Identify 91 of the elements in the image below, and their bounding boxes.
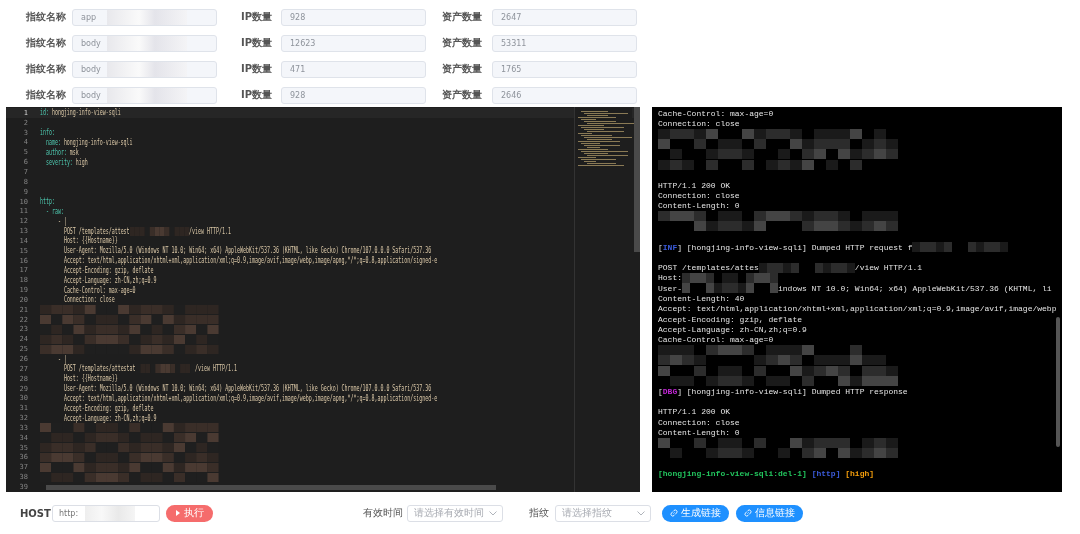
minimap[interactable] — [574, 107, 632, 492]
code-line: Accept-Encoding: gzip, deflate — [62, 265, 154, 275]
field-label: IP数量 — [241, 36, 274, 50]
terminal-line: User- — [658, 283, 682, 293]
link-button[interactable]: 生成链接 — [662, 504, 729, 522]
play-icon — [175, 510, 181, 516]
terminal-line: [DBG] [hongjing-info-view-sqli] Dumped HTTP response — [658, 386, 908, 396]
terminal-line: HTTP/1.1 200 OK — [658, 180, 730, 190]
input-field[interactable]: 53311 — [492, 34, 637, 52]
code-line: Host: {{Hostname}} — [62, 374, 118, 384]
field-label: IP数量 — [241, 10, 274, 24]
code-line: Connection: close — [62, 295, 115, 305]
input-field[interactable]: 1765 — [492, 60, 637, 78]
field-label: 指纹名称 — [26, 36, 67, 50]
terminal-line: Connection: close — [658, 417, 740, 427]
terminal-line: Accept-Encoding: gzip, deflate — [658, 314, 803, 324]
code-line: /view HTTP/1.1 — [189, 226, 231, 236]
terminal-line: [INF] [hongjing-info-view-sqli] Dumped HTTP request f — [658, 242, 913, 252]
code-line: POST /templates/attest — [62, 226, 130, 236]
input-field[interactable]: app — [72, 8, 217, 26]
link-button[interactable]: 信息链接 — [736, 504, 803, 522]
terminal-line: [hongjing-info-view-sqli:del-1] [http] [high] — [658, 469, 875, 479]
field-label: IP数量 — [241, 62, 274, 76]
code-line: Host: {{Hostname}} — [62, 236, 118, 246]
code-line: Accept-Language: zh-CN,zh;q=0.9 — [62, 275, 157, 285]
input-field[interactable]: body — [72, 86, 217, 104]
input-field[interactable]: 471 — [281, 60, 426, 78]
terminal-line: Accept-Language: zh-CN,zh;q=0.9 — [658, 324, 807, 334]
field-label: IP数量 — [241, 88, 274, 102]
scrollbar[interactable] — [634, 107, 640, 252]
field-label: 资产数量 — [442, 36, 483, 50]
code-line: Accept: text/html,application/xhtml+xml,application/xml;q=0.9,image/avif,image/webp,image/apng,*/*;q=0.8,application/signed-e — [62, 256, 438, 266]
link-icon — [670, 509, 678, 517]
field-label: 资产数量 — [442, 10, 483, 24]
terminal-line: Host: — [658, 273, 682, 283]
code-line: Cache-Control: max-age=0 — [62, 285, 136, 295]
field-label: 指纹名称 — [26, 10, 67, 24]
input-field[interactable]: 2647 — [492, 8, 637, 26]
field-label: 指纹 — [529, 506, 550, 520]
field-label: 有效时间 — [363, 506, 404, 520]
input-field[interactable]: body — [72, 60, 217, 78]
terminal-line: HTTP/1.1 200 OK — [658, 407, 730, 417]
code-line: name: hongjing-info-view-sqli — [44, 137, 133, 147]
host-label: HOST — [20, 507, 52, 519]
code-line: severity: high — [44, 157, 88, 167]
terminal-line: POST /templates/attes — [658, 263, 759, 273]
field-label: 资产数量 — [442, 62, 483, 76]
chevron-down-icon — [489, 510, 497, 516]
terminal-line: Connection: close — [658, 191, 740, 200]
input-field[interactable]: 12623 — [281, 34, 426, 52]
code-line: Accept: text/html,application/xhtml+xml,application/xml;q=0.9,image/avif,image/webp,image/apng,*/*;q=0.8,application/signed-e — [62, 393, 438, 403]
mosaic-block — [85, 505, 135, 521]
code-line: id: hongjing-info-view-sqli — [40, 108, 121, 118]
terminal-line: Connection: close — [658, 118, 740, 128]
code-line: /view HTTP/1.1 — [195, 364, 237, 374]
fingerprint-select[interactable]: 请选择指纹 — [555, 504, 651, 522]
terminal-line: Cache-Control: max-age=0 — [658, 335, 774, 345]
terminal-line: /view HTTP/1.1 — [854, 263, 923, 273]
terminal-line: Content-Length: 0 — [658, 427, 740, 437]
code-line: - | — [56, 216, 67, 226]
terminal-line: Cache-Control: max-age=0 — [658, 108, 774, 118]
terminal-line: Accept: text/html,application/xhtml+xml,application/xml;q=0.9,image/avif,image/webp — [658, 304, 1057, 314]
field-label: 指纹名称 — [26, 88, 67, 102]
input-field[interactable]: 928 — [281, 8, 426, 26]
code-line: POST /templates/attestat — [62, 364, 136, 374]
time-select[interactable]: 请选择有效时间 — [407, 504, 503, 522]
code-line: - | — [56, 354, 67, 364]
code-editor[interactable] — [6, 107, 640, 492]
host-field[interactable]: http: — [52, 504, 160, 522]
run-button[interactable]: 执行 — [166, 504, 213, 522]
code-line: User-Agent: Mozilla/5.0 (Windows NT 10.0; Win64; x64) AppleWebKit/537.36 (KHTML, like Gecko) Chrome/107.0.0.0 Safari/537.36 — [62, 246, 432, 256]
input-field[interactable]: body — [72, 34, 217, 52]
mosaic-block — [129, 226, 190, 236]
chevron-down-icon — [637, 510, 645, 516]
code-line: - raw: — [44, 206, 64, 216]
scrollbar[interactable] — [46, 485, 496, 490]
field-label: 指纹名称 — [26, 62, 67, 76]
scrollbar[interactable] — [1056, 317, 1060, 447]
link-icon — [744, 509, 752, 517]
field-label: 资产数量 — [442, 88, 483, 102]
terminal-line: Content-Length: 40 — [658, 294, 745, 303]
code-line: Accept-Encoding: gzip, deflate — [62, 403, 154, 413]
input-field[interactable]: 2646 — [492, 86, 637, 104]
code-line: User-Agent: Mozilla/5.0 (Windows NT 10.0; Win64; x64) AppleWebKit/537.36 (KHTML, like Gecko) Chrome/107.0.0.0 Safari/537.36 — [62, 384, 432, 394]
code-line: author: msk — [44, 147, 79, 157]
terminal-line: Content-Length: 0 — [658, 201, 740, 211]
code-line: http: — [40, 197, 55, 206]
input-field[interactable]: 928 — [281, 86, 426, 104]
code-line: Accept-Language: zh-CN,zh;q=0.9 — [62, 413, 157, 423]
code-line: info: — [40, 128, 55, 138]
terminal-line: indows NT 10.0; Win64; x64) AppleWebKit/537.36 (KHTML, li — [778, 283, 1052, 293]
